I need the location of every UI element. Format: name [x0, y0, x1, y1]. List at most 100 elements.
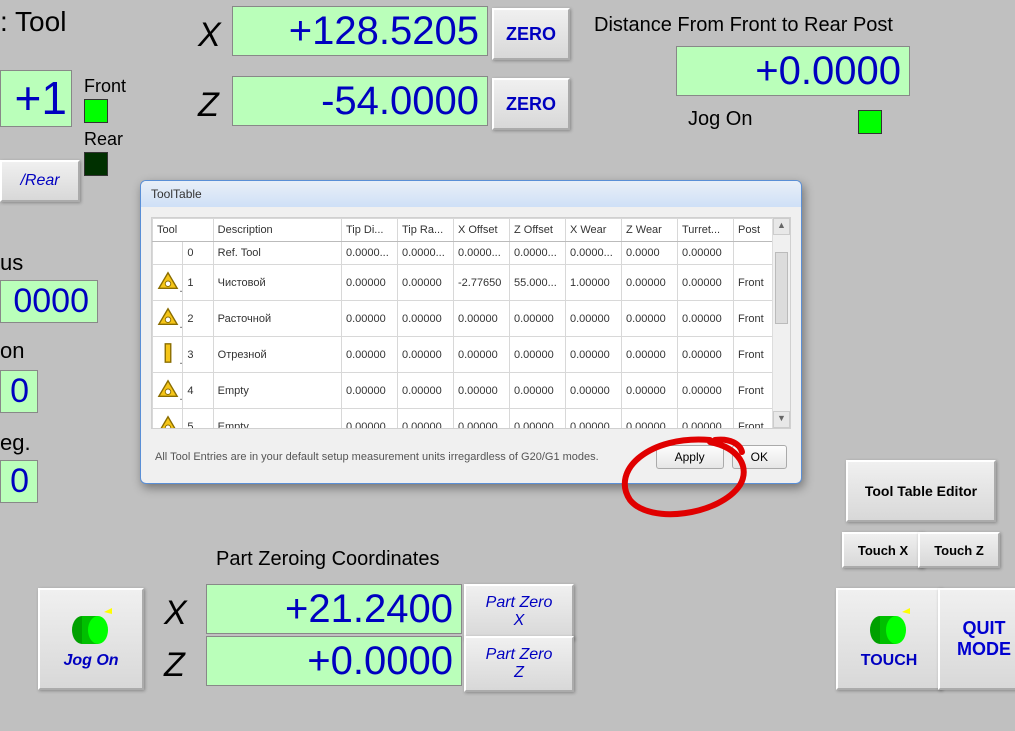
table-cell[interactable]: 0.00000 — [509, 373, 565, 409]
touch-x-button[interactable]: Touch X — [842, 532, 924, 568]
table-row[interactable]: 2Расточной0.000000.000000.000000.000000.… — [153, 301, 790, 337]
part-zero-x-button[interactable]: Part Zero X — [464, 584, 574, 640]
table-cell[interactable]: 0.00000 — [677, 265, 733, 301]
scroll-up-icon[interactable]: ▲ — [773, 218, 790, 235]
tool-number-cell[interactable]: 4 — [183, 373, 213, 409]
jog-on-led-icon — [858, 110, 882, 134]
tool-desc-cell[interactable]: Empty — [213, 373, 341, 409]
tool-table-editor-button[interactable]: Tool Table Editor — [846, 460, 996, 522]
zero-x-button[interactable]: ZERO — [492, 8, 570, 60]
part-zero-z-button[interactable]: Part Zero Z — [464, 636, 574, 692]
ok-button[interactable]: OK — [732, 445, 787, 469]
tool-icon[interactable] — [153, 373, 183, 409]
table-cell[interactable]: 0.00000 — [677, 242, 733, 265]
col-header[interactable]: Description — [213, 219, 341, 242]
table-cell[interactable]: 0.00000 — [621, 373, 677, 409]
scroll-thumb[interactable] — [775, 252, 788, 324]
table-row[interactable]: 5Empty0.000000.000000.000000.000000.0000… — [153, 409, 790, 430]
col-header[interactable]: Tip Di... — [341, 219, 397, 242]
table-row[interactable]: 0Ref. Tool0.0000...0.0000...0.0000...0.0… — [153, 242, 790, 265]
table-cell[interactable]: 0.00000 — [621, 409, 677, 430]
table-cell[interactable]: 0.0000... — [397, 242, 453, 265]
tool-number-cell[interactable]: 5 — [183, 409, 213, 430]
table-cell[interactable]: 0.00000 — [677, 373, 733, 409]
front-led-icon — [84, 99, 108, 123]
cylinder-icon — [866, 608, 912, 648]
quit-mode-button[interactable]: QUIT MODE — [938, 588, 1015, 690]
table-cell[interactable]: 0.00000 — [453, 409, 509, 430]
rear-led-icon — [84, 152, 108, 176]
tool-icon[interactable] — [153, 337, 183, 373]
table-cell[interactable]: 0.0000... — [341, 242, 397, 265]
table-cell[interactable]: 0.00000 — [397, 265, 453, 301]
table-cell[interactable]: 0.00000 — [509, 301, 565, 337]
table-cell[interactable]: 0.00000 — [453, 337, 509, 373]
table-cell[interactable]: 0.00000 — [397, 409, 453, 430]
table-scrollbar[interactable]: ▲ ▼ — [772, 218, 790, 428]
col-header[interactable]: Turret... — [677, 219, 733, 242]
tool-icon[interactable] — [153, 242, 183, 265]
table-cell[interactable]: 0.00000 — [509, 409, 565, 430]
col-header[interactable]: X Wear — [565, 219, 621, 242]
tool-icon[interactable] — [153, 265, 183, 301]
tool-icon[interactable] — [153, 409, 183, 430]
table-cell[interactable]: 0.00000 — [341, 265, 397, 301]
table-cell[interactable]: 0.00000 — [397, 301, 453, 337]
table-cell[interactable]: 0.00000 — [341, 337, 397, 373]
axis-z-label: Z — [198, 86, 219, 125]
table-cell[interactable]: 0.00000 — [341, 373, 397, 409]
table-cell[interactable]: 0.00000 — [565, 373, 621, 409]
tool-desc-cell[interactable]: Расточной — [213, 301, 341, 337]
table-cell[interactable]: -2.77650 — [453, 265, 509, 301]
jog-on-button[interactable]: Jog On — [38, 588, 144, 690]
table-cell[interactable]: 0.00000 — [397, 337, 453, 373]
col-header[interactable]: Z Offset — [509, 219, 565, 242]
table-cell[interactable]: 0.00000 — [621, 337, 677, 373]
col-tool[interactable]: Tool — [153, 219, 214, 242]
table-row[interactable]: 3Отрезной0.000000.000000.000000.000000.0… — [153, 337, 790, 373]
tool-number-cell[interactable]: 2 — [183, 301, 213, 337]
tool-number-cell[interactable]: 3 — [183, 337, 213, 373]
front-rear-button[interactable]: /Rear — [0, 160, 80, 202]
table-cell[interactable]: 0.0000... — [509, 242, 565, 265]
table-cell[interactable]: 0.00000 — [621, 301, 677, 337]
table-cell[interactable]: 0.00000 — [677, 301, 733, 337]
table-cell[interactable]: 0.00000 — [397, 373, 453, 409]
table-cell[interactable]: 0.00000 — [565, 409, 621, 430]
table-cell[interactable]: 1.00000 — [565, 265, 621, 301]
table-cell[interactable]: 0.0000... — [565, 242, 621, 265]
table-row[interactable]: 4Empty0.000000.000000.000000.000000.0000… — [153, 373, 790, 409]
frag-val1: 0000 — [0, 280, 98, 323]
table-cell[interactable]: 0.00000 — [621, 265, 677, 301]
table-cell[interactable]: 0.0000... — [453, 242, 509, 265]
table-cell[interactable]: 0.00000 — [341, 301, 397, 337]
col-header[interactable]: Z Wear — [621, 219, 677, 242]
table-cell[interactable]: 0.00000 — [677, 409, 733, 430]
tool-number-cell[interactable]: 0 — [183, 242, 213, 265]
tool-desc-cell[interactable]: Чистовой — [213, 265, 341, 301]
dialog-titlebar[interactable]: ToolTable — [141, 181, 801, 207]
table-cell[interactable]: 0.00000 — [509, 337, 565, 373]
tool-desc-cell[interactable]: Ref. Tool — [213, 242, 341, 265]
tool-number-cell[interactable]: 1 — [183, 265, 213, 301]
tool-icon[interactable] — [153, 301, 183, 337]
apply-button[interactable]: Apply — [656, 445, 724, 469]
zero-z-button[interactable]: ZERO — [492, 78, 570, 130]
scroll-down-icon[interactable]: ▼ — [773, 411, 790, 428]
table-cell[interactable]: 0.00000 — [453, 301, 509, 337]
tool-desc-cell[interactable]: Отрезной — [213, 337, 341, 373]
tool-desc-cell[interactable]: Empty — [213, 409, 341, 430]
col-header[interactable]: Tip Ra... — [397, 219, 453, 242]
table-cell[interactable]: 0.00000 — [341, 409, 397, 430]
col-header[interactable]: X Offset — [453, 219, 509, 242]
table-cell[interactable]: 0.00000 — [565, 337, 621, 373]
table-cell[interactable]: 0.00000 — [565, 301, 621, 337]
touch-button[interactable]: TOUCH — [836, 588, 942, 690]
touch-z-button[interactable]: Touch Z — [918, 532, 1000, 568]
table-cell[interactable]: 0.0000 — [621, 242, 677, 265]
table-cell[interactable]: 0.00000 — [453, 373, 509, 409]
table-row[interactable]: 1Чистовой0.000000.00000-2.7765055.000...… — [153, 265, 790, 301]
tool-table[interactable]: ToolDescriptionTip Di...Tip Ra...X Offse… — [152, 218, 790, 429]
table-cell[interactable]: 0.00000 — [677, 337, 733, 373]
table-cell[interactable]: 55.000... — [509, 265, 565, 301]
